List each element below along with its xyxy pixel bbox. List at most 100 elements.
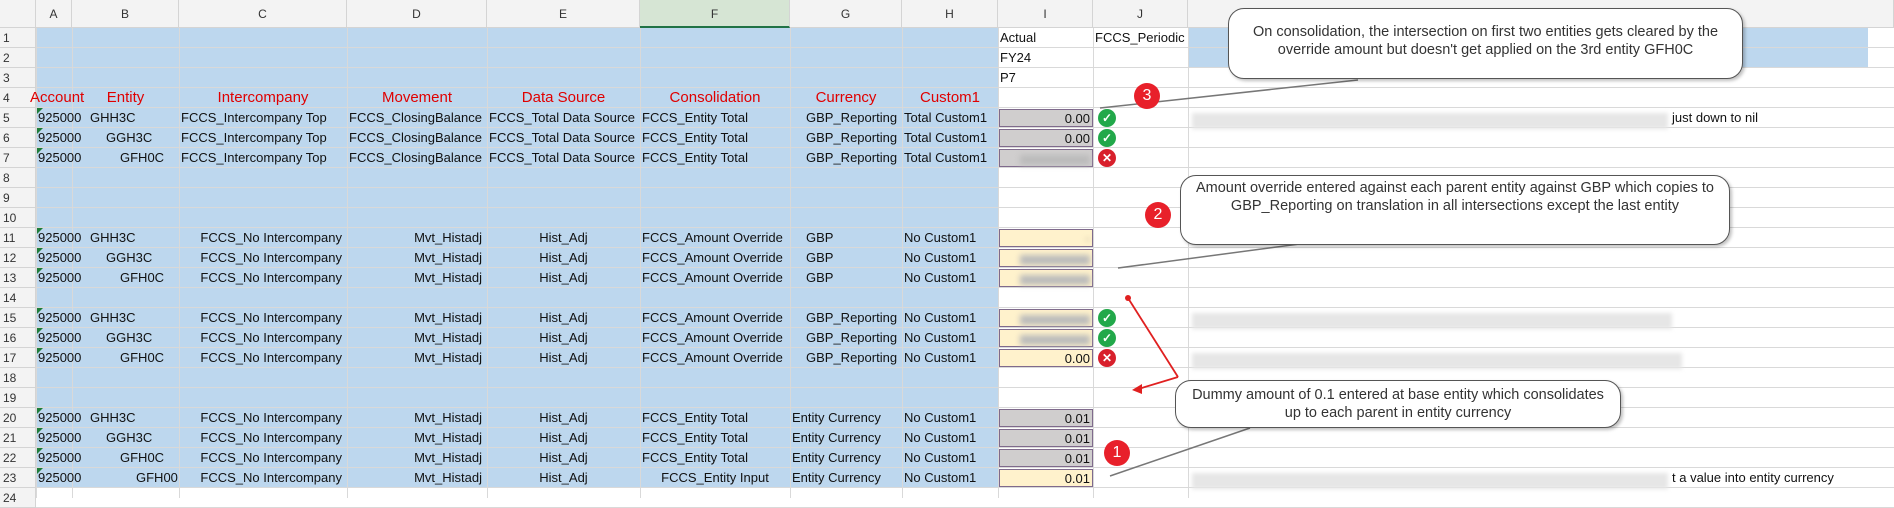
intercompany-cell[interactable]: FCCS_No Intercompany	[179, 448, 344, 468]
account-cell[interactable]: 925000	[36, 408, 83, 428]
value-cell[interactable]: 0.01	[999, 429, 1093, 447]
data-source-cell[interactable]: FCCS_Total Data Source	[487, 128, 637, 148]
currency-cell[interactable]: Entity Currency	[790, 448, 883, 468]
custom1-cell[interactable]: Total Custom1	[902, 148, 989, 168]
column-header-b[interactable]: B	[72, 0, 179, 28]
data-source-cell[interactable]: Hist_Adj	[487, 448, 640, 468]
row-header[interactable]: 7	[0, 148, 36, 168]
row-header[interactable]: 20	[0, 408, 36, 428]
consolidation-cell[interactable]: FCCS_Amount Override	[640, 308, 785, 328]
data-source-cell[interactable]: Hist_Adj	[487, 308, 640, 328]
custom1-cell[interactable]: Total Custom1	[902, 108, 989, 128]
consolidation-cell[interactable]: FCCS_Amount Override	[640, 328, 785, 348]
data-source-cell[interactable]: Hist_Adj	[487, 348, 640, 368]
row-header[interactable]: 11	[0, 228, 36, 248]
data-source-cell[interactable]: Hist_Adj	[487, 408, 640, 428]
consolidation-cell[interactable]: FCCS_Entity Total	[640, 408, 750, 428]
data-source-cell[interactable]: Hist_Adj	[487, 328, 640, 348]
row-header[interactable]: 13	[0, 268, 36, 288]
entity-cell[interactable]: GFH0C	[118, 348, 166, 368]
movement-cell[interactable]: Mvt_Histadj	[347, 448, 484, 468]
value-cell[interactable]	[999, 329, 1093, 347]
intercompany-cell[interactable]: FCCS_No Intercompany	[179, 428, 344, 448]
entity-cell[interactable]: GFH0C	[118, 448, 166, 468]
movement-cell[interactable]: FCCS_ClosingBalance	[347, 108, 484, 128]
currency-cell[interactable]: GBP_Reporting	[804, 308, 899, 328]
column-header-h[interactable]: H	[902, 0, 998, 28]
movement-cell[interactable]: Mvt_Histadj	[347, 348, 484, 368]
row-header[interactable]: 12	[0, 248, 36, 268]
currency-cell[interactable]: GBP	[804, 228, 835, 248]
account-cell[interactable]: 925000	[36, 108, 83, 128]
row-header[interactable]: 2	[0, 48, 36, 68]
intercompany-cell[interactable]: FCCS_No Intercompany	[179, 228, 344, 248]
column-header-e[interactable]: E	[487, 0, 640, 28]
row-header[interactable]: 1	[0, 28, 36, 48]
intercompany-cell[interactable]: FCCS_No Intercompany	[179, 468, 344, 488]
movement-cell[interactable]: FCCS_ClosingBalance	[347, 148, 484, 168]
currency-cell[interactable]: GBP_Reporting	[804, 128, 899, 148]
custom1-cell[interactable]: No Custom1	[902, 248, 978, 268]
account-cell[interactable]: 925000	[36, 268, 83, 288]
account-cell[interactable]: 925000	[36, 308, 83, 328]
custom1-cell[interactable]: No Custom1	[902, 328, 978, 348]
account-cell[interactable]: 925000	[36, 468, 83, 488]
row-header[interactable]: 8	[0, 168, 36, 188]
row-header[interactable]: 9	[0, 188, 36, 208]
consolidation-cell[interactable]: FCCS_Entity Total	[640, 428, 750, 448]
account-cell[interactable]: 925000	[36, 348, 83, 368]
consolidation-cell[interactable]: FCCS_Entity Total	[640, 128, 750, 148]
account-cell[interactable]: 925000	[36, 148, 83, 168]
currency-cell[interactable]: GBP	[804, 268, 835, 288]
value-cell[interactable]: 0.00	[999, 109, 1093, 127]
custom1-cell[interactable]: No Custom1	[902, 308, 978, 328]
row-header[interactable]: 23	[0, 468, 36, 488]
data-source-cell[interactable]: Hist_Adj	[487, 248, 640, 268]
movement-cell[interactable]: Mvt_Histadj	[347, 308, 484, 328]
custom1-cell[interactable]: Total Custom1	[902, 128, 989, 148]
select-all-corner[interactable]	[0, 0, 36, 28]
custom1-cell[interactable]: No Custom1	[902, 428, 978, 448]
data-source-cell[interactable]: Hist_Adj	[487, 468, 640, 488]
movement-cell[interactable]: Mvt_Histadj	[347, 248, 484, 268]
consolidation-cell[interactable]: FCCS_Amount Override	[640, 248, 785, 268]
value-cell[interactable]	[999, 269, 1093, 287]
entity-cell[interactable]: GFH00	[134, 468, 180, 488]
data-source-cell[interactable]: Hist_Adj	[487, 428, 640, 448]
row-header[interactable]: 3	[0, 68, 36, 88]
entity-cell[interactable]: GFH0C	[118, 268, 166, 288]
row-header[interactable]: 18	[0, 368, 36, 388]
column-header-d[interactable]: D	[347, 0, 487, 28]
row-header[interactable]: 6	[0, 128, 36, 148]
row-header[interactable]: 10	[0, 208, 36, 228]
entity-cell[interactable]: GGH3C	[104, 248, 154, 268]
value-cell[interactable]: 0.00	[999, 349, 1093, 367]
data-source-cell[interactable]: Hist_Adj	[487, 268, 640, 288]
entity-cell[interactable]: GGH3C	[104, 328, 154, 348]
currency-cell[interactable]: GBP_Reporting	[804, 148, 899, 168]
intercompany-cell[interactable]: FCCS_No Intercompany	[179, 248, 344, 268]
entity-cell[interactable]: GHH3C	[88, 108, 138, 128]
consolidation-cell[interactable]: FCCS_Entity Total	[640, 148, 750, 168]
row-header[interactable]: 16	[0, 328, 36, 348]
intercompany-cell[interactable]: FCCS_No Intercompany	[179, 268, 344, 288]
account-cell[interactable]: 925000	[36, 428, 83, 448]
entity-cell[interactable]: GHH3C	[88, 228, 138, 248]
currency-cell[interactable]: GBP	[804, 248, 835, 268]
consolidation-cell[interactable]: FCCS_Amount Override	[640, 228, 785, 248]
entity-cell[interactable]: GFH0C	[118, 148, 166, 168]
custom1-cell[interactable]: No Custom1	[902, 228, 978, 248]
currency-cell[interactable]: Entity Currency	[790, 408, 883, 428]
data-source-cell[interactable]: FCCS_Total Data Source	[487, 148, 637, 168]
custom1-cell[interactable]: No Custom1	[902, 448, 978, 468]
row-header[interactable]: 24	[0, 488, 36, 508]
currency-cell[interactable]: GBP_Reporting	[804, 348, 899, 368]
currency-cell[interactable]: Entity Currency	[790, 428, 883, 448]
account-cell[interactable]: 925000	[36, 448, 83, 468]
intercompany-cell[interactable]: FCCS_No Intercompany	[179, 348, 344, 368]
account-cell[interactable]: 925000	[36, 248, 83, 268]
row-header[interactable]: 22	[0, 448, 36, 468]
value-cell[interactable]	[999, 309, 1093, 327]
column-header-i[interactable]: I	[998, 0, 1093, 28]
value-cell[interactable]: -	[999, 229, 1093, 247]
